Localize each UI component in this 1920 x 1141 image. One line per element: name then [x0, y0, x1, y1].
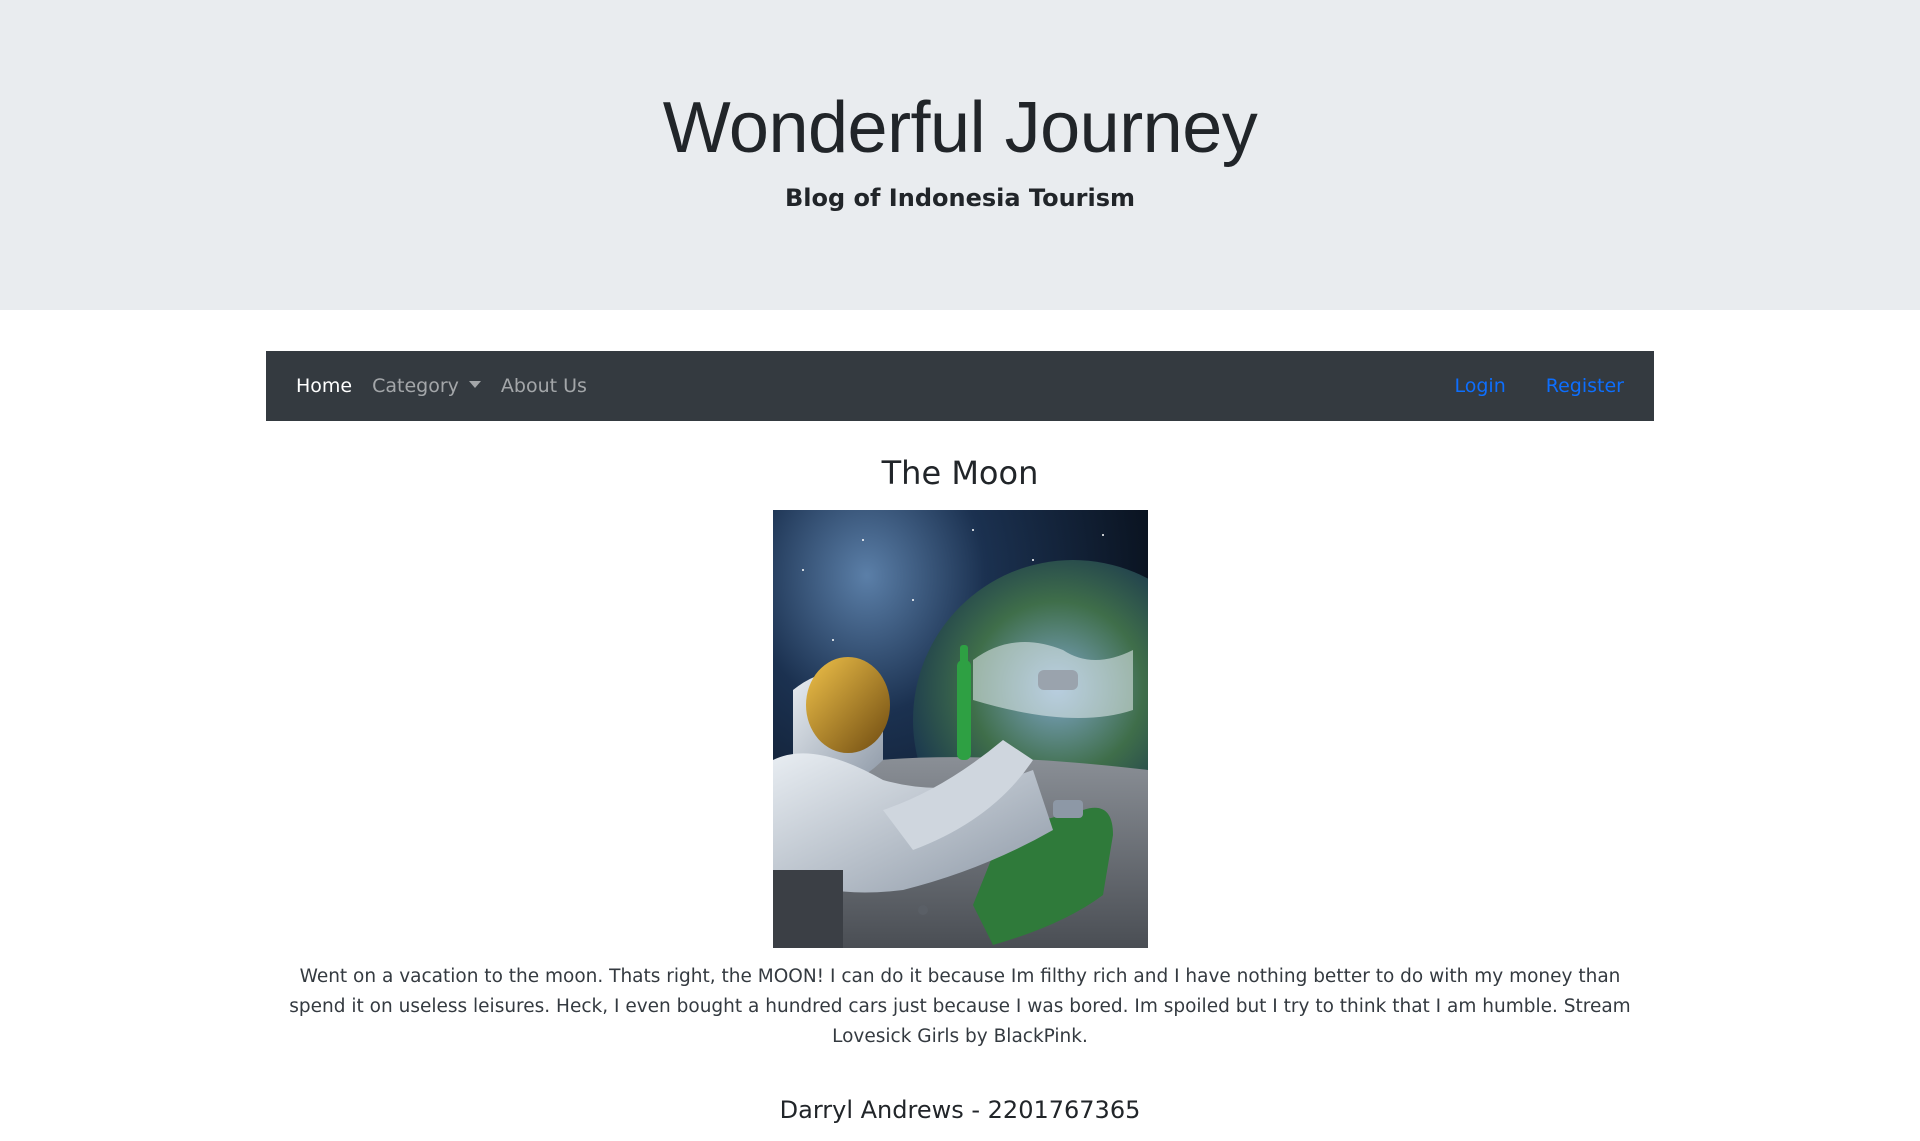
jumbotron-header: Wonderful Journey Blog of Indonesia Tour…: [0, 0, 1920, 310]
post-author: Darryl Andrews - 2201767365: [779, 1096, 1141, 1124]
nav-login-link[interactable]: Login: [1455, 375, 1506, 397]
post-image: [772, 510, 1148, 948]
astronaut-moon-illustration: [772, 510, 1148, 948]
post-content: The Moon Went on a vacation to the moon.…: [266, 421, 1654, 1124]
navbar: Home Category About Us Login Register: [266, 351, 1654, 421]
site-title: Wonderful Journey: [662, 88, 1258, 168]
nav-category-dropdown[interactable]: Category: [372, 375, 481, 397]
nav-home-link[interactable]: Home: [296, 375, 352, 397]
nav-about-link[interactable]: About Us: [501, 375, 587, 397]
caret-down-icon: [468, 381, 481, 388]
nav-register-link[interactable]: Register: [1546, 375, 1624, 397]
nav-right-group: Login Register: [1415, 375, 1625, 397]
nav-left-group: Home Category About Us: [296, 375, 607, 397]
nav-category-label: Category: [372, 375, 459, 397]
post-title: The Moon: [881, 454, 1039, 492]
post-body: Went on a vacation to the moon. Thats ri…: [289, 966, 1631, 1047]
site-subtitle: Blog of Indonesia Tourism: [784, 184, 1136, 212]
